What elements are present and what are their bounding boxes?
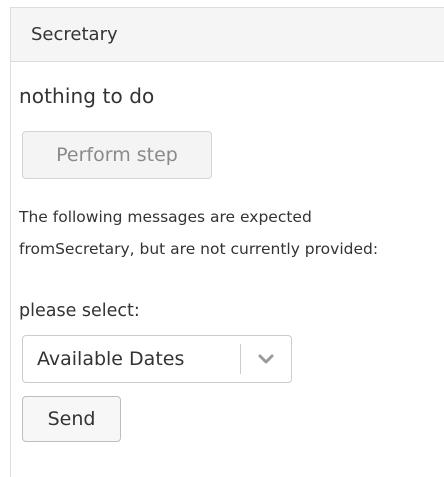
select-label: please select: <box>19 301 140 321</box>
select-value: Available Dates <box>37 348 185 370</box>
status-text: nothing to do <box>19 84 155 108</box>
send-button[interactable]: Send <box>22 396 121 442</box>
message-select[interactable]: Available Dates <box>22 335 292 383</box>
chevron-down-icon <box>258 354 274 363</box>
expected-messages-line-2: fromSecretary, but are not currently pro… <box>19 240 379 258</box>
panel-heading: Secretary <box>11 8 444 62</box>
panel-title: Secretary <box>31 24 118 45</box>
expected-messages-text: The following messages are expected from… <box>19 201 439 265</box>
expected-messages-line-1: The following messages are expected <box>19 208 312 226</box>
select-arrow[interactable] <box>241 336 291 382</box>
perform-step-button[interactable]: Perform step <box>22 131 212 179</box>
